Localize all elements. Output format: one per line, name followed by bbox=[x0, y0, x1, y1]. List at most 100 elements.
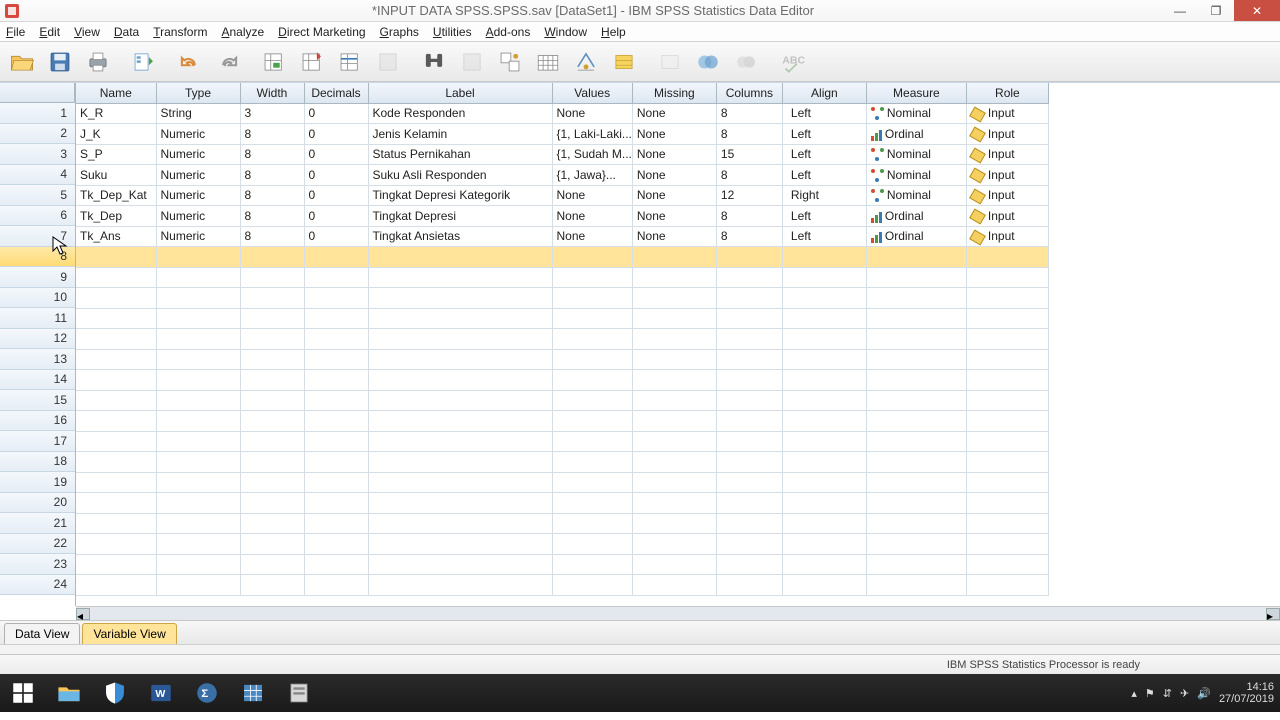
spss-data-icon[interactable] bbox=[230, 674, 276, 712]
row-header[interactable]: 6 bbox=[0, 206, 75, 227]
cell[interactable]: {1, Sudah M... bbox=[552, 144, 632, 165]
value-labels-button[interactable] bbox=[606, 45, 642, 79]
row-header[interactable]: 8 bbox=[0, 247, 75, 268]
airplane-icon[interactable]: ✈ bbox=[1180, 687, 1189, 700]
cell[interactable] bbox=[632, 493, 716, 514]
cell[interactable] bbox=[76, 288, 156, 309]
cell[interactable]: Left bbox=[782, 124, 866, 145]
volume-icon[interactable]: 🔊 bbox=[1197, 687, 1211, 700]
cell[interactable] bbox=[76, 370, 156, 391]
cell[interactable] bbox=[632, 411, 716, 432]
cell[interactable]: None bbox=[632, 144, 716, 165]
row-header[interactable]: 21 bbox=[0, 513, 75, 534]
cell[interactable]: 0 bbox=[304, 206, 368, 227]
save-button[interactable] bbox=[42, 45, 78, 79]
cell[interactable]: S_P bbox=[76, 144, 156, 165]
cell[interactable] bbox=[716, 349, 782, 370]
cell[interactable]: None bbox=[632, 124, 716, 145]
cell[interactable]: 8 bbox=[716, 165, 782, 186]
cell[interactable] bbox=[552, 247, 632, 268]
cell[interactable] bbox=[552, 493, 632, 514]
cell[interactable] bbox=[76, 493, 156, 514]
cell[interactable] bbox=[632, 390, 716, 411]
cell[interactable] bbox=[632, 452, 716, 473]
cell[interactable] bbox=[156, 288, 240, 309]
cell[interactable]: None bbox=[552, 206, 632, 227]
cell[interactable] bbox=[716, 575, 782, 596]
cell[interactable] bbox=[368, 513, 552, 534]
cell[interactable] bbox=[866, 349, 966, 370]
cell[interactable] bbox=[368, 575, 552, 596]
cell[interactable] bbox=[240, 288, 304, 309]
cell[interactable] bbox=[782, 493, 866, 514]
cell[interactable] bbox=[368, 267, 552, 288]
cell[interactable]: 3 bbox=[240, 103, 304, 124]
cell[interactable] bbox=[76, 431, 156, 452]
cell[interactable] bbox=[866, 493, 966, 514]
cell[interactable] bbox=[866, 472, 966, 493]
cell[interactable] bbox=[156, 370, 240, 391]
cell[interactable] bbox=[240, 554, 304, 575]
cell[interactable]: Tingkat Depresi Kategorik bbox=[368, 185, 552, 206]
cell[interactable] bbox=[368, 431, 552, 452]
cell[interactable] bbox=[76, 575, 156, 596]
undo-button[interactable] bbox=[172, 45, 208, 79]
cell[interactable] bbox=[76, 267, 156, 288]
cell[interactable] bbox=[552, 534, 632, 555]
column-header-align[interactable]: Align bbox=[782, 83, 866, 103]
cell[interactable] bbox=[716, 411, 782, 432]
column-header-name[interactable]: Name bbox=[76, 83, 156, 103]
column-header-width[interactable]: Width bbox=[240, 83, 304, 103]
cell[interactable]: Right bbox=[782, 185, 866, 206]
cell[interactable] bbox=[716, 267, 782, 288]
cell[interactable] bbox=[966, 554, 1048, 575]
cell[interactable]: None bbox=[632, 206, 716, 227]
cell[interactable] bbox=[304, 431, 368, 452]
cell[interactable] bbox=[866, 308, 966, 329]
menu-transform[interactable]: Transform bbox=[153, 25, 207, 39]
cell[interactable] bbox=[866, 247, 966, 268]
cell[interactable] bbox=[156, 513, 240, 534]
cell[interactable]: 8 bbox=[240, 124, 304, 145]
cell[interactable] bbox=[552, 390, 632, 411]
cell[interactable] bbox=[156, 247, 240, 268]
show-user-button[interactable] bbox=[728, 45, 764, 79]
cell[interactable] bbox=[966, 411, 1048, 432]
cell[interactable] bbox=[782, 329, 866, 350]
column-header-decimals[interactable]: Decimals bbox=[304, 83, 368, 103]
cell[interactable] bbox=[240, 370, 304, 391]
cell[interactable] bbox=[304, 493, 368, 514]
cell[interactable] bbox=[632, 349, 716, 370]
menu-window[interactable]: Window bbox=[544, 25, 587, 39]
word-icon[interactable]: W bbox=[138, 674, 184, 712]
cell[interactable]: Nominal bbox=[866, 185, 966, 206]
row-header[interactable]: 11 bbox=[0, 308, 75, 329]
menu-direct-marketing[interactable]: Direct Marketing bbox=[278, 25, 365, 39]
split-file-button[interactable] bbox=[492, 45, 528, 79]
cell[interactable] bbox=[716, 452, 782, 473]
cell[interactable] bbox=[552, 452, 632, 473]
cell[interactable]: Numeric bbox=[156, 124, 240, 145]
cell[interactable] bbox=[240, 390, 304, 411]
cell[interactable] bbox=[632, 267, 716, 288]
clock[interactable]: 14:16 27/07/2019 bbox=[1219, 681, 1274, 705]
row-header[interactable]: 9 bbox=[0, 267, 75, 288]
cell[interactable]: 0 bbox=[304, 144, 368, 165]
select-all-corner[interactable] bbox=[0, 83, 75, 103]
cell[interactable]: {1, Laki-Laki... bbox=[552, 124, 632, 145]
cell[interactable]: J_K bbox=[76, 124, 156, 145]
row-header[interactable]: 10 bbox=[0, 288, 75, 309]
row-header[interactable]: 23 bbox=[0, 554, 75, 575]
cell[interactable]: Input bbox=[966, 206, 1048, 227]
cell[interactable] bbox=[716, 493, 782, 514]
cell[interactable]: String bbox=[156, 103, 240, 124]
cell[interactable] bbox=[552, 472, 632, 493]
row-header[interactable]: 12 bbox=[0, 329, 75, 350]
cell[interactable] bbox=[368, 554, 552, 575]
cell[interactable] bbox=[782, 390, 866, 411]
row-header[interactable]: 14 bbox=[0, 370, 75, 391]
cell[interactable] bbox=[156, 390, 240, 411]
cell[interactable] bbox=[304, 308, 368, 329]
cell[interactable] bbox=[156, 431, 240, 452]
menu-view[interactable]: View bbox=[74, 25, 100, 39]
